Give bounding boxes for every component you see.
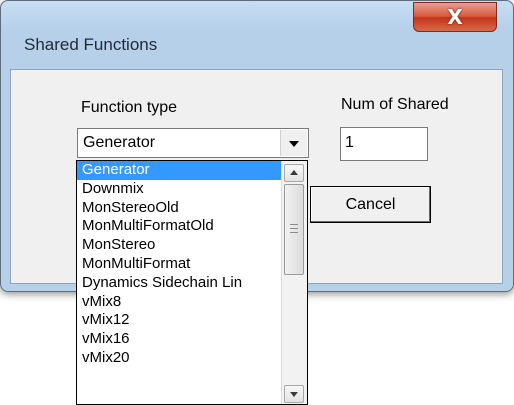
scroll-up-icon xyxy=(290,170,298,175)
scroll-down-button[interactable] xyxy=(284,385,304,403)
function-type-label: Function type xyxy=(81,99,178,116)
dropdown-scrollbar[interactable] xyxy=(281,161,307,404)
num-shared-value: 1 xyxy=(345,134,354,151)
dropdown-item-vmix12[interactable]: vMix12 xyxy=(77,311,282,330)
dropdown-item-vmix8[interactable]: vMix8 xyxy=(77,293,282,312)
dropdown-items: Generator Downmix MonStereoOld MonMultiF… xyxy=(77,161,282,368)
function-type-dropdown-button[interactable] xyxy=(280,130,307,156)
dropdown-item-vmix20[interactable]: vMix20 xyxy=(77,349,282,368)
function-type-combobox[interactable]: Generator xyxy=(77,128,309,158)
close-button[interactable]: X xyxy=(413,2,497,32)
dropdown-item-dynamics-sidechain-lin[interactable]: Dynamics Sidechain Lin xyxy=(77,274,282,293)
dropdown-item-vmix16[interactable]: vMix16 xyxy=(77,330,282,349)
dropdown-item-generator[interactable]: Generator xyxy=(77,161,282,180)
num-shared-input[interactable]: 1 xyxy=(340,127,428,161)
dropdown-item-downmix[interactable]: Downmix xyxy=(77,180,282,199)
num-shared-label: Num of Shared xyxy=(341,96,449,113)
cancel-button[interactable]: Cancel xyxy=(310,186,431,223)
dropdown-item-monmultiformat[interactable]: MonMultiFormat xyxy=(77,255,282,274)
dropdown-item-monstereoold[interactable]: MonStereoOld xyxy=(77,199,282,218)
function-type-value: Generator xyxy=(83,134,156,151)
dropdown-item-monstereo[interactable]: MonStereo xyxy=(77,236,282,255)
thumb-grip xyxy=(290,228,298,229)
cancel-button-label: Cancel xyxy=(345,196,396,213)
dropdown-item-monmultiformatold[interactable]: MonMultiFormatOld xyxy=(77,217,282,236)
function-type-dropdown-list[interactable]: Generator Downmix MonStereoOld MonMultiF… xyxy=(76,160,308,405)
thumb-grip xyxy=(290,232,298,233)
thumb-grip xyxy=(290,224,298,225)
scrollbar-thumb[interactable] xyxy=(284,184,304,275)
scroll-down-icon xyxy=(290,392,298,397)
title-bar[interactable]: Shared Functions X xyxy=(1,1,513,54)
chevron-down-icon xyxy=(289,141,299,147)
window-title: Shared Functions xyxy=(24,35,158,54)
scroll-up-button[interactable] xyxy=(284,164,304,182)
close-icon: X xyxy=(447,5,463,29)
